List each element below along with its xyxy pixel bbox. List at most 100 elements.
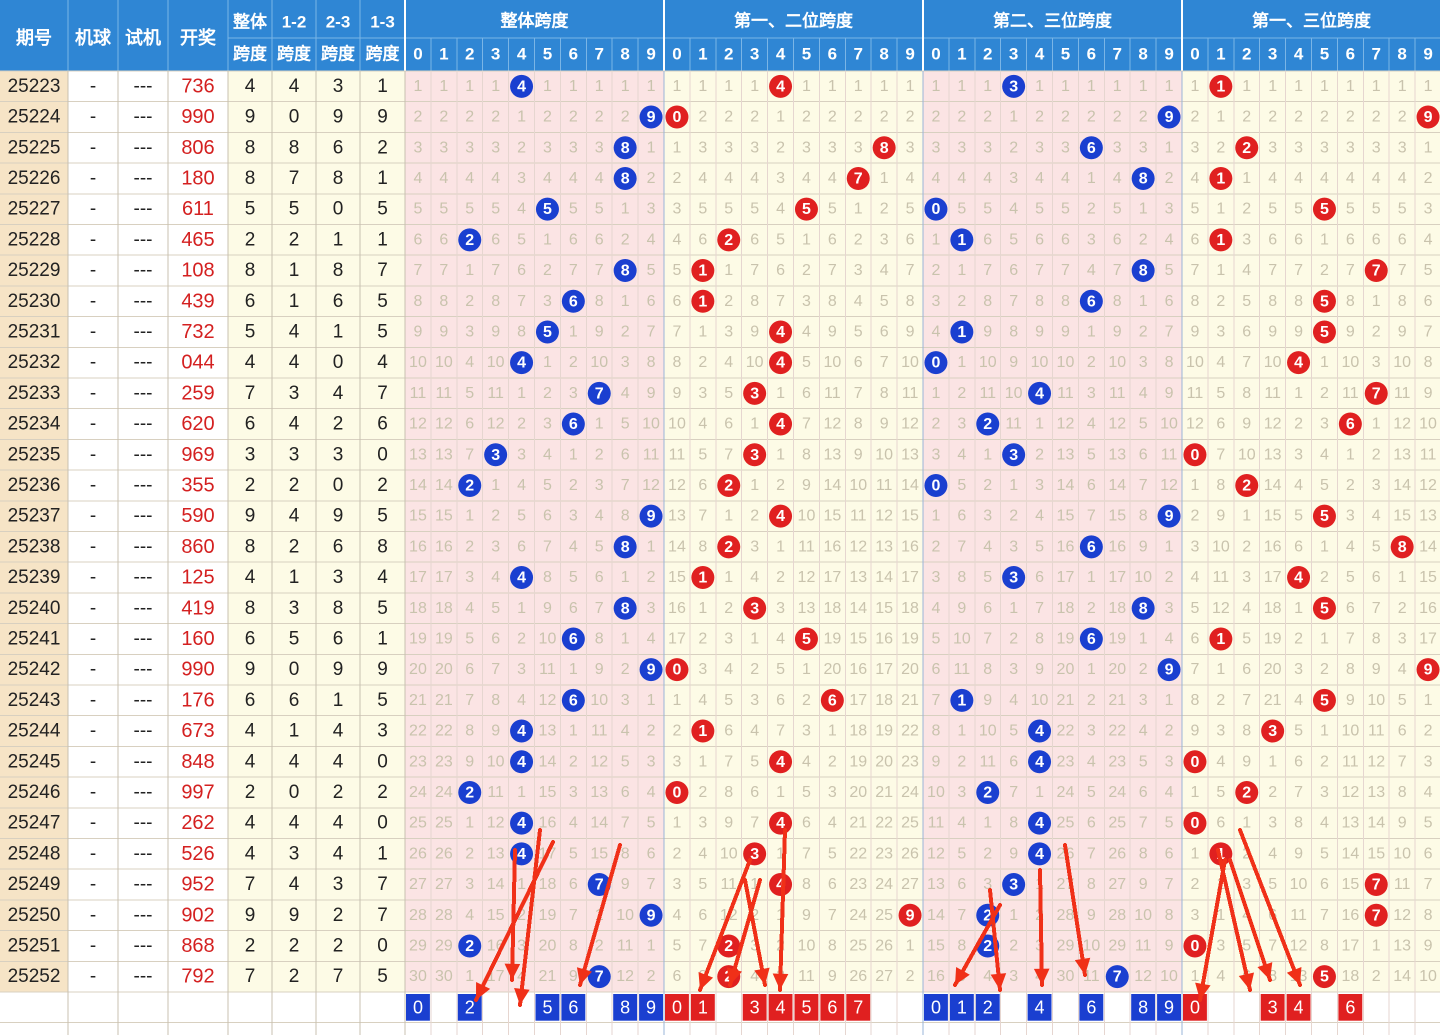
omission-cell: 7 xyxy=(776,293,785,310)
hit-ball-label: 9 xyxy=(1424,662,1433,679)
omission-cell: 3 xyxy=(1320,139,1329,156)
omission-cell: 4 xyxy=(698,170,707,187)
group-header-p23: 第二、三位跨度 xyxy=(993,11,1113,31)
omission-cell: 18 xyxy=(409,600,427,617)
omission-cell: 3 xyxy=(1216,937,1225,954)
omission-cell: 2 xyxy=(1424,170,1433,187)
span-cell: 3 xyxy=(245,444,256,465)
omission-cell: 1 xyxy=(750,477,759,494)
hit-ball-label: 8 xyxy=(1139,600,1148,617)
omission-cell: 14 xyxy=(1057,477,1075,494)
omission-cell: 6 xyxy=(906,231,915,248)
hit-ball-label: 4 xyxy=(517,570,526,587)
digit-header: 4 xyxy=(517,45,527,64)
span-23-cell: 8 xyxy=(333,598,344,619)
omission-cell: 13 xyxy=(798,600,816,617)
omission-cell: 5 xyxy=(1190,600,1199,617)
omission-cell: 8 xyxy=(1061,293,1070,310)
col-header-span-13-bottom: 跨度 xyxy=(366,44,401,64)
span-23-cell: 9 xyxy=(333,107,344,128)
omission-cell: 11 xyxy=(1394,876,1411,893)
omission-cell: 2 xyxy=(1346,477,1355,494)
hit-ball-label: 4 xyxy=(1294,355,1303,372)
omission-cell: 2 xyxy=(1398,109,1407,126)
omission-cell: 1 xyxy=(1372,416,1381,433)
pick-box-label: 4 xyxy=(1035,997,1045,1017)
omission-cell: 3 xyxy=(854,262,863,279)
omission-cell: 10 xyxy=(487,753,505,770)
span-12-cell: 3 xyxy=(289,598,300,619)
span-12-cell: 2 xyxy=(289,536,300,557)
omission-cell: 2 xyxy=(931,262,940,279)
omission-cell: 9 xyxy=(1398,323,1407,340)
draw-cell: 108 xyxy=(181,260,214,282)
omission-cell: 1 xyxy=(983,815,992,832)
col-header-span-23-top: 2-3 xyxy=(326,13,351,32)
omission-cell: 5 xyxy=(957,201,966,218)
span-13-cell: 0 xyxy=(377,751,388,772)
omission-cell: 4 xyxy=(1398,170,1407,187)
span-12-cell: 7 xyxy=(289,168,300,189)
hit-ball-label: 9 xyxy=(1165,508,1174,525)
omission-cell: 3 xyxy=(1190,139,1199,156)
omission-cell: 1 xyxy=(569,78,578,95)
omission-cell: 28 xyxy=(1108,907,1126,924)
omission-cell: 6 xyxy=(672,293,681,310)
digit-header: 7 xyxy=(1372,45,1381,64)
omission-cell: 4 xyxy=(1242,600,1251,617)
omission-cell: 1 xyxy=(1216,109,1225,126)
omission-cell: 13 xyxy=(1341,815,1359,832)
omission-cell: 2 xyxy=(802,109,811,126)
draw-cell: 262 xyxy=(181,812,214,834)
omission-cell: 1 xyxy=(569,446,578,463)
period-cell: 25244 xyxy=(8,721,61,742)
omission-cell: 8 xyxy=(698,538,707,555)
annotation-arrow xyxy=(1038,868,1044,987)
omission-cell: 6 xyxy=(543,508,552,525)
omission-cell: 1 xyxy=(1398,569,1407,586)
omission-cell: 1 xyxy=(983,446,992,463)
draw-cell: 439 xyxy=(181,290,214,312)
omission-cell: 2 xyxy=(750,109,759,126)
omission-cell: 1 xyxy=(1035,784,1044,801)
omission-cell: 11 xyxy=(1161,446,1178,463)
omission-cell: 12 xyxy=(1367,753,1385,770)
omission-cell: 9 xyxy=(1139,876,1148,893)
omission-cell: 3 xyxy=(621,354,630,371)
omission-cell: 11 xyxy=(798,968,815,985)
omission-cell: 3 xyxy=(750,139,759,156)
omission-cell: 13 xyxy=(1108,446,1126,463)
omission-cell: 1 xyxy=(1190,78,1199,95)
span-13-cell: 6 xyxy=(377,414,388,435)
pick-box-label: 9 xyxy=(646,997,656,1017)
machine-cell: - xyxy=(90,935,96,956)
omission-cell: 18 xyxy=(1341,968,1359,985)
omission-cell: 7 xyxy=(672,323,681,340)
omission-cell: 9 xyxy=(413,323,422,340)
omission-cell: 3 xyxy=(465,569,474,586)
omission-cell: 2 xyxy=(698,109,707,126)
pick-box-label: 3 xyxy=(750,997,760,1017)
group-header-p12: 第一、二位跨度 xyxy=(734,11,854,31)
omission-cell: 1 xyxy=(1165,538,1174,555)
omission-cell: 4 xyxy=(672,907,681,924)
hit-ball-label: 2 xyxy=(724,938,733,955)
omission-cell: 14 xyxy=(435,477,453,494)
hit-ball-label: 6 xyxy=(828,692,837,709)
omission-cell: 7 xyxy=(1035,600,1044,617)
omission-cell: 6 xyxy=(1165,845,1174,862)
omission-cell: 7 xyxy=(724,753,733,770)
hit-ball-label: 9 xyxy=(647,662,656,679)
omission-cell: 10 xyxy=(668,416,686,433)
omission-cell: 1 xyxy=(802,78,811,95)
digit-header: 0 xyxy=(1190,45,1199,64)
omission-cell: 5 xyxy=(698,876,707,893)
omission-cell: 4 xyxy=(491,170,500,187)
omission-cell: 1 xyxy=(1372,937,1381,954)
omission-cell: 9 xyxy=(1294,845,1303,862)
span-12-cell: 1 xyxy=(289,567,300,588)
omission-cell: 10 xyxy=(1341,354,1359,371)
omission-cell: 5 xyxy=(1346,569,1355,586)
omission-cell: 25 xyxy=(409,815,427,832)
omission-cell: 6 xyxy=(1190,630,1199,647)
